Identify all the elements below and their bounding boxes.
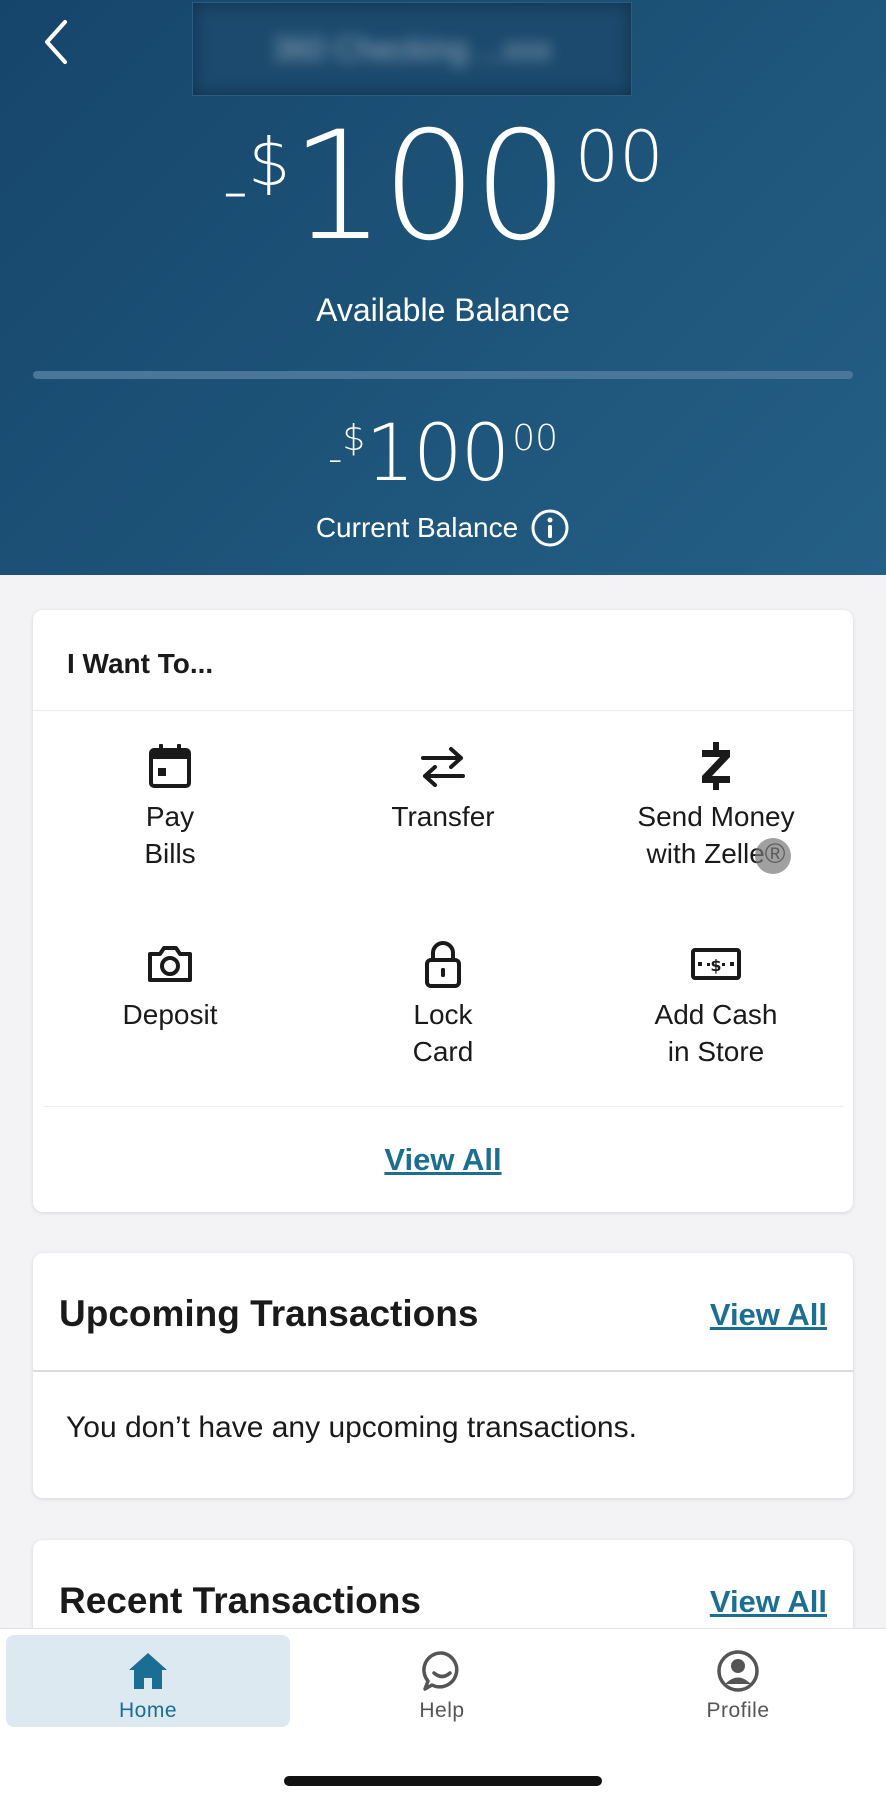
deposit-label: Deposit <box>122 999 218 1030</box>
bottom-tab-bar: Home Help Profile <box>0 1628 886 1800</box>
balance-divider <box>33 371 853 379</box>
account-name-text: 360 Checking ...xxx <box>272 30 552 67</box>
calendar-icon <box>149 744 191 788</box>
transfer-label: Transfer <box>391 801 495 832</box>
cash-icon: $ <box>691 948 741 980</box>
chat-bubble-icon <box>422 1651 459 1691</box>
zelle-icon <box>702 742 730 790</box>
divider <box>43 1106 843 1107</box>
transfer-arrows-icon <box>421 747 465 787</box>
add-cash-label: Add Cash in Store <box>654 999 778 1067</box>
camera-icon <box>148 946 192 982</box>
add-cash-action[interactable]: $ Add Cash in Store <box>579 938 853 1070</box>
divider <box>33 710 853 711</box>
i-want-to-title: I Want To... <box>67 648 214 679</box>
tab-profile-label: Profile <box>706 1699 770 1722</box>
deposit-action[interactable]: Deposit <box>33 938 307 1033</box>
lock-card-action[interactable]: Lock Card <box>306 938 580 1070</box>
tab-help[interactable]: Help <box>300 1635 584 1727</box>
pay-bills-label: Pay Bills <box>144 801 196 869</box>
divider <box>33 1370 853 1372</box>
lock-icon <box>425 941 461 988</box>
i-want-to-view-all-link[interactable]: View All <box>33 1142 853 1178</box>
current-balance-row: Current Balance <box>0 508 886 548</box>
available-balance-label: Available Balance <box>316 292 570 328</box>
current-balance-amount: - $ 100 00 <box>327 409 559 499</box>
tab-profile[interactable]: Profile <box>596 1635 880 1727</box>
tab-home-label: Home <box>118 1699 178 1722</box>
user-icon <box>717 1650 759 1692</box>
home-icon <box>129 1653 167 1689</box>
recent-view-all-link[interactable]: View All <box>710 1584 827 1620</box>
pay-bills-action[interactable]: Pay Bills <box>33 740 307 872</box>
account-name: 360 Checking ...xxx <box>192 2 632 96</box>
tab-home[interactable]: Home <box>6 1635 290 1727</box>
home-indicator[interactable] <box>284 1776 602 1786</box>
i-want-to-card: I Want To... Pay Bills Transfer Send Mon… <box>33 610 853 1212</box>
upcoming-transactions-title: Upcoming Transactions <box>59 1293 479 1334</box>
current-balance-label: Current Balance <box>315 512 519 543</box>
available-balance-amount: - $ 100 00 <box>222 100 664 274</box>
info-icon[interactable] <box>530 508 570 548</box>
chevron-left-icon <box>45 20 67 64</box>
send-money-zelle-action[interactable]: Send Money with Zelle® <box>579 740 853 872</box>
upcoming-empty-message: You don’t have any upcoming transactions… <box>66 1411 637 1444</box>
svg-text:$: $ <box>710 956 721 975</box>
touch-indicator <box>755 838 791 874</box>
transfer-action[interactable]: Transfer <box>306 740 580 835</box>
lock-card-label: Lock Card <box>412 999 474 1067</box>
recent-transactions-title: Recent Transactions <box>59 1580 421 1621</box>
balance-header: 360 Checking ...xxx - $ 100 00 Available… <box>0 0 886 575</box>
upcoming-transactions-card: Upcoming Transactions View All You don’t… <box>33 1253 853 1498</box>
back-button[interactable] <box>34 10 78 74</box>
tab-help-label: Help <box>419 1699 465 1722</box>
upcoming-view-all-link[interactable]: View All <box>710 1297 827 1333</box>
